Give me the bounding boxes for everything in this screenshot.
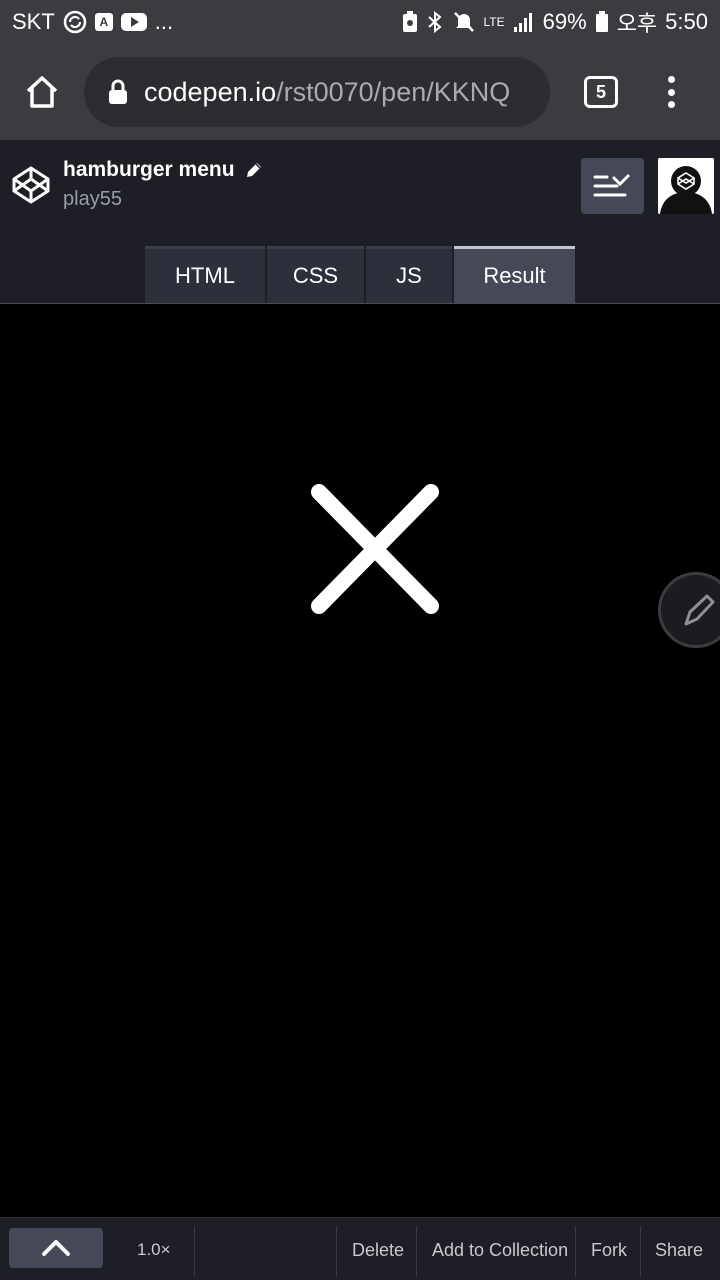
divider	[640, 1226, 641, 1276]
result-preview	[0, 304, 720, 1217]
tab-js[interactable]: JS	[366, 246, 452, 303]
tab-html[interactable]: HTML	[145, 246, 265, 303]
fork-button[interactable]: Fork	[591, 1240, 627, 1261]
lock-icon	[109, 79, 127, 104]
pen-footer: 1.0× Delete Add to Collection Fork Share	[0, 1217, 720, 1280]
pen-title[interactable]: hamburger menu	[63, 158, 263, 182]
battery-icon	[595, 11, 609, 33]
tab-switcher-button[interactable]: 5	[584, 76, 618, 108]
codepen-logo-icon[interactable]	[12, 166, 50, 204]
divider	[336, 1226, 337, 1276]
url-host: codepen.io	[144, 76, 277, 107]
change-view-button[interactable]	[581, 158, 644, 214]
delete-button[interactable]: Delete	[352, 1240, 404, 1261]
divider	[416, 1226, 417, 1276]
signal-icon	[513, 11, 535, 33]
ampm-label: 오후	[616, 11, 658, 36]
app-notification-icon: A	[94, 13, 113, 31]
home-icon	[26, 76, 58, 108]
codepen-header: hamburger menu play55 HTML CSS JS Result	[0, 140, 720, 304]
layout-menu-icon	[593, 174, 629, 197]
browser-toolbar: codepen.io/rst0070/pen/KKNQ 5	[0, 44, 720, 140]
pencil-icon[interactable]	[245, 161, 263, 179]
address-bar[interactable]: codepen.io/rst0070/pen/KKNQ	[84, 57, 550, 127]
close-icon[interactable]	[305, 484, 445, 619]
divider	[575, 1226, 576, 1276]
youtube-icon	[120, 13, 147, 31]
avatar[interactable]	[658, 158, 714, 214]
mute-icon	[452, 10, 476, 34]
pen-author[interactable]: play55	[63, 188, 122, 211]
edit-fab-button[interactable]	[658, 572, 720, 648]
status-bar: SKT A ... LTE 69% 오후 5:50	[0, 0, 720, 44]
editor-tabs: HTML CSS JS Result	[145, 246, 575, 303]
network-type-label: LTE	[483, 15, 505, 29]
more-notifications-label: ...	[154, 9, 174, 34]
more-options-icon[interactable]	[656, 74, 686, 110]
bluetooth-icon	[426, 10, 444, 34]
sync-icon	[63, 10, 87, 34]
url-path: /rst0070/pen/KKNQ	[276, 76, 511, 107]
carrier-label: SKT	[12, 9, 55, 34]
add-to-collection-button[interactable]: Add to Collection	[432, 1240, 568, 1261]
clock: 5:50	[665, 9, 708, 34]
pen-title-text: hamburger menu	[63, 158, 235, 181]
pencil-icon	[684, 594, 715, 626]
divider	[194, 1226, 195, 1276]
tab-result[interactable]: Result	[454, 246, 575, 303]
battery-saver-icon	[402, 11, 418, 33]
expand-console-button[interactable]	[9, 1228, 103, 1268]
home-button[interactable]	[0, 44, 84, 140]
share-button[interactable]: Share	[655, 1240, 703, 1261]
tab-css[interactable]: CSS	[267, 246, 364, 303]
battery-percent: 69%	[542, 9, 587, 34]
zoom-level[interactable]: 1.0×	[137, 1240, 171, 1260]
chevron-up-icon	[42, 1240, 70, 1256]
